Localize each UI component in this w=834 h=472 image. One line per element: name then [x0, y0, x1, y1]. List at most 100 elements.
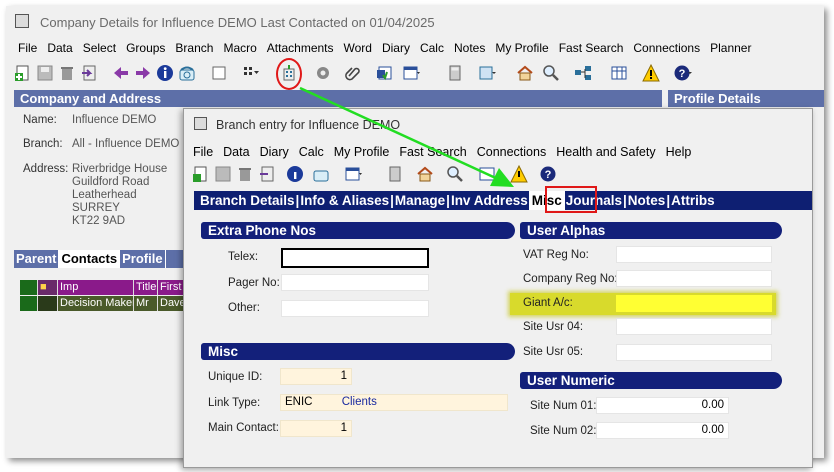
- warning-icon[interactable]: [642, 64, 660, 82]
- menu-planner[interactable]: Planner: [705, 38, 756, 58]
- tab-profile[interactable]: Profile: [120, 250, 166, 268]
- tab-notes[interactable]: Notes: [627, 191, 667, 210]
- company-address-header: Company and Address: [14, 90, 662, 107]
- delete-icon[interactable]: [58, 64, 76, 82]
- link-type-field[interactable]: ENIC Clients: [280, 394, 508, 411]
- other-label: Other:: [228, 302, 260, 314]
- other-field[interactable]: [281, 300, 429, 317]
- menu-connections[interactable]: Connections: [628, 38, 705, 58]
- save-icon[interactable]: [36, 64, 54, 82]
- tab-inv-address[interactable]: Inv Address: [450, 191, 529, 210]
- menu-groups[interactable]: Groups: [121, 38, 170, 58]
- calendar-icon[interactable]: [344, 165, 362, 183]
- word-icon[interactable]: [376, 64, 394, 82]
- calendar-icon[interactable]: [402, 64, 420, 82]
- dmenu-my-profile[interactable]: My Profile: [329, 143, 395, 161]
- tab-info-aliases[interactable]: Info & Aliases: [299, 191, 390, 210]
- search-icon[interactable]: [446, 165, 464, 183]
- menu-notes[interactable]: Notes: [449, 38, 490, 58]
- table-row[interactable]: Decision MakerMr Dave: [20, 296, 186, 311]
- calculator-icon[interactable]: [446, 64, 464, 82]
- menu-file[interactable]: File: [13, 38, 42, 58]
- help-icon[interactable]: ?: [674, 64, 692, 82]
- settings-icon[interactable]: [314, 64, 332, 82]
- site-num-01-field[interactable]: 0.00: [596, 397, 729, 414]
- connections-icon[interactable]: [574, 64, 592, 82]
- calculator-icon[interactable]: [386, 165, 404, 183]
- tab-contacts[interactable]: Contacts: [59, 250, 121, 268]
- menu-diary[interactable]: Diary: [377, 38, 415, 58]
- export-icon[interactable]: [258, 165, 276, 183]
- dmenu-diary[interactable]: Diary: [255, 143, 294, 161]
- address-label: Address:: [23, 163, 69, 175]
- blank-doc-icon[interactable]: [210, 64, 228, 82]
- search-icon[interactable]: [542, 64, 560, 82]
- svg-text:?: ?: [545, 169, 552, 181]
- notes-icon[interactable]: [478, 64, 496, 82]
- new-record-icon[interactable]: [14, 64, 32, 82]
- save-icon[interactable]: [214, 165, 232, 183]
- menu-data[interactable]: Data: [42, 38, 77, 58]
- dmenu-file[interactable]: File: [188, 143, 218, 161]
- address-block[interactable]: Riverbridge House Guildford Road Leather…: [72, 163, 167, 228]
- tab-parent[interactable]: Parent: [14, 250, 60, 268]
- planner-icon[interactable]: [610, 64, 628, 82]
- phone-icon[interactable]: [178, 64, 196, 82]
- new-record-icon[interactable]: [192, 165, 210, 183]
- info-icon[interactable]: [156, 64, 174, 82]
- menu-branch[interactable]: Branch: [170, 38, 218, 58]
- menu-select[interactable]: Select: [78, 38, 121, 58]
- dmenu-calc[interactable]: Calc: [294, 143, 329, 161]
- site-usr-05-field[interactable]: [616, 344, 772, 361]
- company-reg-field[interactable]: [616, 270, 772, 287]
- home-icon[interactable]: [516, 64, 534, 82]
- dmenu-health-safety[interactable]: Health and Safety: [551, 143, 660, 161]
- main-title-bar: Company Details for Influence DEMO Last …: [6, 6, 824, 36]
- branch-value[interactable]: All - Influence DEMO: [72, 138, 179, 151]
- grid-header-row: ■ Imp Title First: [20, 280, 186, 295]
- info-icon[interactable]: [286, 165, 304, 183]
- giant-field[interactable]: [616, 295, 772, 312]
- export-icon[interactable]: [80, 64, 98, 82]
- phone-icon[interactable]: [312, 165, 330, 183]
- attachment-icon[interactable]: [344, 64, 362, 82]
- menu-word[interactable]: Word: [339, 38, 377, 58]
- giant-label: Giant A/c:: [523, 297, 573, 309]
- warning-icon[interactable]: [510, 165, 528, 183]
- menu-macro[interactable]: Macro: [218, 38, 261, 58]
- help-icon[interactable]: ?: [540, 165, 558, 183]
- tab-branch-details[interactable]: Branch Details: [194, 191, 296, 210]
- dmenu-fast-search[interactable]: Fast Search: [394, 143, 471, 161]
- pager-field[interactable]: [281, 274, 429, 291]
- name-value[interactable]: Influence DEMO: [72, 114, 156, 127]
- menu-fast-search[interactable]: Fast Search: [554, 38, 629, 58]
- site-num-02-field[interactable]: 0.00: [596, 422, 729, 439]
- forward-arrow-icon[interactable]: [134, 64, 152, 82]
- site-usr-04-field[interactable]: [616, 318, 772, 335]
- company-reg-label: Company Reg No:: [523, 273, 618, 285]
- planner-icon[interactable]: [478, 165, 496, 183]
- app-icon: [15, 14, 29, 28]
- grid-header-first[interactable]: First: [158, 280, 186, 295]
- home-icon[interactable]: [416, 165, 434, 183]
- back-arrow-icon[interactable]: [112, 64, 130, 82]
- grid-header-imp[interactable]: Imp: [58, 280, 134, 295]
- vat-field[interactable]: [616, 246, 772, 263]
- telex-field[interactable]: [281, 248, 429, 268]
- menu-attachments[interactable]: Attachments: [262, 38, 339, 58]
- row-title-cell: Mr: [134, 296, 158, 311]
- main-contact-label: Main Contact:: [208, 422, 279, 434]
- dmenu-help[interactable]: Help: [661, 143, 697, 161]
- unique-id-field[interactable]: 1: [280, 368, 352, 385]
- dmenu-data[interactable]: Data: [218, 143, 254, 161]
- menu-calc[interactable]: Calc: [415, 38, 449, 58]
- grid-menu-icon[interactable]: [242, 64, 260, 82]
- grid-header-title[interactable]: Title: [134, 280, 158, 295]
- tab-attribs[interactable]: Attribs: [670, 191, 716, 210]
- main-contact-field[interactable]: 1: [280, 420, 352, 437]
- tab-manage[interactable]: Manage: [394, 191, 446, 210]
- misc-header: Misc: [201, 343, 515, 360]
- menu-my-profile[interactable]: My Profile: [490, 38, 553, 58]
- dmenu-connections[interactable]: Connections: [472, 143, 552, 161]
- delete-icon[interactable]: [236, 165, 254, 183]
